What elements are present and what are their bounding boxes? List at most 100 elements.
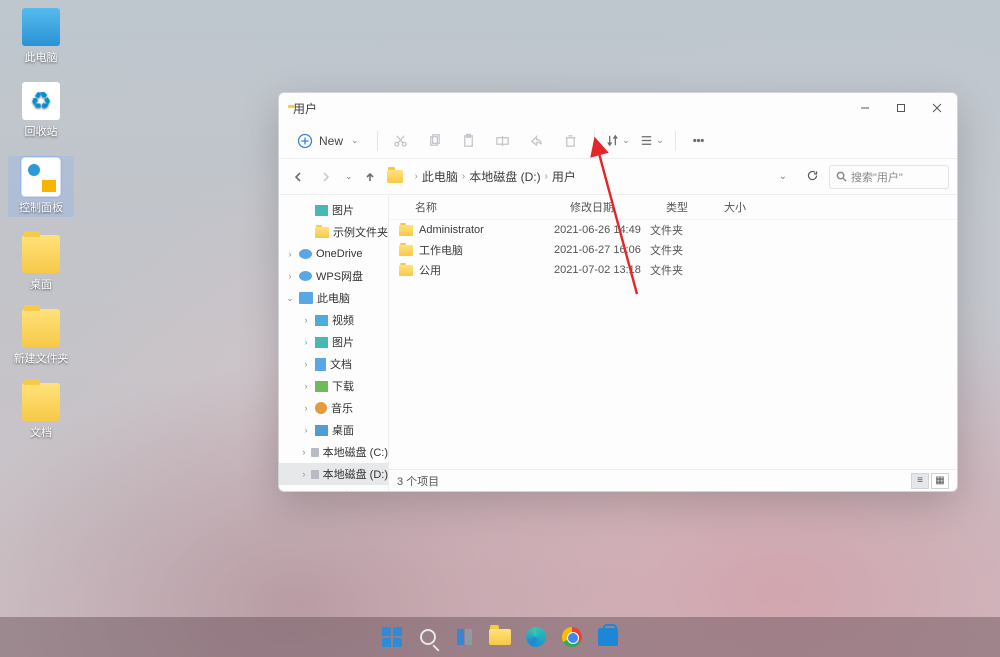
delete-button[interactable] bbox=[556, 127, 586, 155]
folder-icon bbox=[399, 225, 413, 236]
file-list[interactable]: Administrator2021-06-26 14:49文件夹工作电脑2021… bbox=[389, 220, 957, 469]
file-row[interactable]: 公用2021-07-02 13:18文件夹 bbox=[389, 260, 957, 280]
desktop-icon-this-pc[interactable]: 此电脑 bbox=[8, 8, 74, 65]
close-button[interactable] bbox=[919, 95, 955, 121]
nav-item-label: 系统 (E:) bbox=[333, 488, 376, 491]
copy-button[interactable] bbox=[420, 127, 450, 155]
desktop-icon-control-panel[interactable]: 控制面板 bbox=[8, 156, 74, 217]
desktop-icon-recycle-bin[interactable]: 回收站 bbox=[8, 82, 74, 139]
expand-arrow-icon: › bbox=[301, 337, 311, 347]
view-button[interactable]: ⌄ bbox=[637, 127, 667, 155]
task-view-button[interactable] bbox=[451, 624, 477, 650]
chevron-down-icon: ⌄ bbox=[622, 135, 630, 146]
edge-icon bbox=[526, 627, 546, 647]
expand-arrow-icon: › bbox=[285, 271, 295, 281]
desk-icon bbox=[315, 425, 328, 436]
nav-item[interactable]: ›本地磁盘 (C:) bbox=[279, 441, 388, 463]
search-input[interactable]: 搜索"用户" bbox=[829, 165, 949, 189]
separator bbox=[594, 131, 595, 151]
taskbar[interactable] bbox=[0, 617, 1000, 657]
nav-item[interactable]: ›桌面 bbox=[279, 419, 388, 441]
nav-item[interactable]: ›系统 (E:) bbox=[279, 485, 388, 491]
thispc-icon bbox=[299, 292, 313, 304]
breadcrumb-item[interactable]: 此电脑 bbox=[422, 168, 458, 185]
column-type[interactable]: 类型 bbox=[666, 199, 724, 215]
pic-icon bbox=[315, 337, 328, 348]
separator bbox=[675, 131, 676, 151]
desktop-icon-folder-2[interactable]: 新建文件夹 bbox=[8, 309, 74, 366]
start-button[interactable] bbox=[379, 624, 405, 650]
nav-item[interactable]: › 视频 bbox=[279, 309, 388, 331]
refresh-button[interactable] bbox=[801, 169, 823, 185]
expand-arrow-icon: ⌄ bbox=[285, 293, 295, 304]
search-icon bbox=[420, 629, 436, 645]
desktop-icon-folder-1[interactable]: 桌面 bbox=[8, 235, 74, 292]
file-explorer-taskbar[interactable] bbox=[487, 624, 513, 650]
nav-item[interactable]: ›下载 bbox=[279, 375, 388, 397]
rename-button[interactable] bbox=[488, 127, 518, 155]
nav-item[interactable]: ⌄此电脑 bbox=[279, 287, 388, 309]
nav-item-label: 下载 bbox=[332, 378, 354, 394]
desktop-icon-label: 此电脑 bbox=[8, 49, 74, 65]
desktop-icon-folder-3[interactable]: 文档 bbox=[8, 383, 74, 440]
folder-icon bbox=[387, 170, 403, 183]
column-name[interactable]: 名称 bbox=[415, 199, 570, 215]
minimize-button[interactable] bbox=[847, 95, 883, 121]
store-taskbar[interactable] bbox=[595, 624, 621, 650]
file-row[interactable]: 工作电脑2021-06-27 16:06文件夹 bbox=[389, 240, 957, 260]
cut-button[interactable] bbox=[386, 127, 416, 155]
nav-item[interactable]: 图片 bbox=[279, 199, 388, 221]
more-button[interactable] bbox=[684, 127, 714, 155]
new-button[interactable]: New ⌄ bbox=[287, 127, 369, 155]
down-icon bbox=[315, 381, 328, 392]
status-bar: 3 个项目 ≡ ▦ bbox=[389, 469, 957, 491]
file-explorer-window: 用户 New ⌄ ⌄ ⌄ ⌄ › 此电脑 › 本地磁 bbox=[278, 92, 958, 492]
back-button[interactable] bbox=[287, 171, 309, 183]
chevron-down-icon[interactable]: ⌄ bbox=[771, 171, 795, 182]
nav-item[interactable]: ›WPS网盘 bbox=[279, 265, 388, 287]
nav-item-label: 桌面 bbox=[332, 422, 354, 438]
details-view-button[interactable]: ≡ bbox=[911, 473, 929, 489]
maximize-button[interactable] bbox=[883, 95, 919, 121]
nav-item[interactable]: ›文档 bbox=[279, 353, 388, 375]
breadcrumb-item[interactable]: 本地磁盘 (D:) bbox=[469, 168, 540, 185]
expand-arrow-icon: › bbox=[301, 469, 307, 479]
window-titlebar[interactable]: 用户 bbox=[279, 93, 957, 123]
chevron-right-icon: › bbox=[415, 171, 418, 182]
windows-logo-icon bbox=[382, 627, 402, 647]
expand-arrow-icon: › bbox=[301, 315, 311, 325]
chrome-taskbar[interactable] bbox=[559, 624, 585, 650]
sort-button[interactable]: ⌄ bbox=[603, 127, 633, 155]
nav-item-label: 示例文件夹 bbox=[333, 224, 388, 240]
plus-circle-icon bbox=[297, 133, 313, 149]
forward-button[interactable] bbox=[315, 171, 337, 183]
navigation-pane[interactable]: 图片示例文件夹›OneDrive›WPS网盘⌄此电脑›视频›图片›文档›下载›音… bbox=[279, 195, 389, 491]
column-size[interactable]: 大小 bbox=[724, 199, 764, 215]
file-row[interactable]: Administrator2021-06-26 14:49文件夹 bbox=[389, 220, 957, 240]
file-name: 公用 bbox=[419, 262, 441, 278]
file-date: 2021-06-27 16:06 bbox=[554, 244, 650, 256]
history-chevron-icon[interactable]: ⌄ bbox=[345, 171, 353, 182]
search-button[interactable] bbox=[415, 624, 441, 650]
desktop-icon-label: 回收站 bbox=[8, 123, 74, 139]
column-headers[interactable]: 名称 修改日期 类型 大小 bbox=[389, 195, 957, 220]
breadcrumb[interactable]: › 此电脑 › 本地磁盘 (D:) › 用户 bbox=[409, 168, 765, 185]
paste-button[interactable] bbox=[454, 127, 484, 155]
breadcrumb-item[interactable]: 用户 bbox=[552, 168, 576, 185]
nav-item-label: 本地磁盘 (C:) bbox=[323, 444, 388, 460]
expand-arrow-icon: › bbox=[301, 403, 311, 413]
desktop-icon-label: 新建文件夹 bbox=[8, 350, 74, 366]
window-title: 用户 bbox=[293, 100, 317, 117]
up-button[interactable] bbox=[359, 171, 381, 183]
folder-icon bbox=[315, 227, 329, 238]
nav-item[interactable]: ›图片 bbox=[279, 331, 388, 353]
share-button[interactable] bbox=[522, 127, 552, 155]
column-date[interactable]: 修改日期 bbox=[570, 199, 666, 215]
nav-item[interactable]: ›本地磁盘 (D:) bbox=[279, 463, 388, 485]
nav-item[interactable]: 示例文件夹 bbox=[279, 221, 388, 243]
nav-item-label: 视频 bbox=[332, 312, 354, 328]
nav-item[interactable]: ›音乐 bbox=[279, 397, 388, 419]
nav-item[interactable]: ›OneDrive bbox=[279, 243, 388, 265]
edge-taskbar[interactable] bbox=[523, 624, 549, 650]
icons-view-button[interactable]: ▦ bbox=[931, 473, 949, 489]
